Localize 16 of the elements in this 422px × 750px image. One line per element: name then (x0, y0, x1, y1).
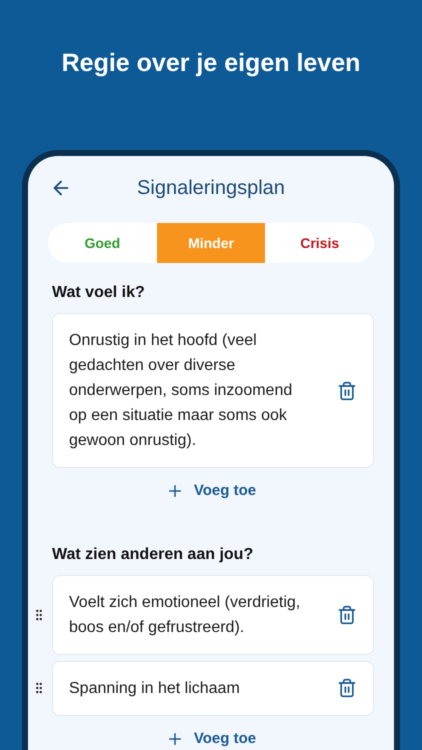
add-button[interactable]: Voeg toe (166, 480, 256, 502)
delete-button[interactable] (337, 604, 357, 624)
delete-button[interactable] (337, 678, 357, 698)
add-button[interactable]: Voeg toe (166, 728, 256, 750)
add-label: Voeg toe (194, 481, 256, 501)
section-title: Wat zien anderen aan jou? (51, 544, 254, 564)
add-label: Voeg toe (194, 728, 256, 748)
entry-text: Spanning in het lichaam (69, 678, 241, 698)
headline: Regie over je eigen leven (62, 48, 360, 80)
status-tab[interactable]: Goed (48, 223, 157, 263)
status-tab[interactable]: Crisis (265, 223, 374, 263)
section-title: Wat voel ik? (51, 283, 146, 303)
entry-text: Voelt zich emotioneel (verdrietig, boos en/of gefrustreerd). (69, 592, 302, 638)
screen-title: Signaleringsplan (137, 176, 285, 201)
entry-text: Onrustig in het hoofd (veel gedachten over diverse onderwerpen, soms inzoomend op een situatie maar soms ook gewoon onrustig). (69, 331, 294, 451)
delete-button[interactable] (337, 380, 357, 400)
